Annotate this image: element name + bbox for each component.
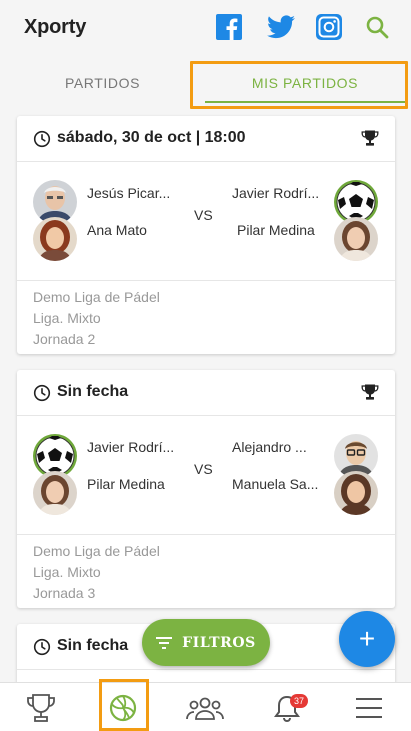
match-date: sábado, 30 de oct | 18:00 [57, 129, 246, 146]
vs-label: VS [194, 461, 213, 477]
match-card[interactable]: sábado, 30 de oct | 18:00 Jesús Picar...… [17, 116, 395, 354]
player-name: Jesús Picar... [87, 185, 171, 201]
avatar [33, 217, 77, 261]
league-name: Demo Liga de Pádel [33, 289, 160, 305]
match-card-header: sábado, 30 de oct | 18:00 [17, 116, 395, 162]
league-category: Liga. Mixto [33, 310, 101, 326]
nav-trophy[interactable] [0, 683, 82, 731]
avatar [334, 217, 378, 261]
group-icon [186, 697, 224, 720]
clock-icon [33, 638, 51, 656]
match-players: Jesús Picar... Ana Mato VS Javier Rodrí.… [17, 163, 395, 281]
facebook-icon[interactable] [216, 14, 242, 40]
nav-groups[interactable] [164, 683, 246, 731]
match-players: Javier Rodrí... Pilar Medina VS Alejandr… [17, 417, 395, 535]
player-name: Alejandro ... [232, 439, 307, 455]
plus-icon: + [358, 623, 376, 654]
avatar [334, 471, 378, 515]
search-icon[interactable] [364, 14, 390, 40]
match-date: Sin fecha [57, 637, 129, 654]
match-card-header: Sin fecha [17, 370, 395, 416]
top-app-bar: Xporty [0, 0, 411, 56]
trophy-icon[interactable] [361, 383, 379, 401]
tab-partidos[interactable]: PARTIDOS [0, 60, 205, 106]
filters-button-label: FILTROS [182, 634, 256, 651]
player-name: Javier Rodrí... [87, 439, 175, 455]
clock-icon [33, 384, 51, 402]
league-category: Liga. Mixto [33, 564, 101, 580]
avatar [33, 471, 77, 515]
vs-label: VS [194, 207, 213, 223]
player-name: Manuela Sa... [232, 476, 319, 492]
highlight-box-nav [99, 679, 149, 731]
trophy-icon [27, 693, 55, 722]
league-round: Jornada 3 [33, 585, 96, 601]
notifications-badge: 37 [290, 694, 308, 708]
add-match-button[interactable]: + [339, 611, 395, 667]
instagram-icon[interactable] [316, 14, 342, 40]
bottom-navigation: 37 [0, 682, 411, 731]
twitter-icon[interactable] [266, 14, 296, 40]
nav-menu[interactable] [328, 683, 410, 731]
player-name: Javier Rodrí... [232, 185, 320, 201]
player-name: Pilar Medina [237, 222, 315, 238]
nav-notifications[interactable]: 37 [246, 683, 328, 731]
highlight-box-tab [190, 61, 408, 109]
filter-icon [156, 636, 173, 649]
league-round: Jornada 2 [33, 331, 96, 347]
trophy-icon[interactable] [361, 129, 379, 147]
clock-icon [33, 130, 51, 148]
menu-icon [356, 697, 382, 718]
match-card[interactable]: Sin fecha Javier Rodrí... Pilar Medina V… [17, 370, 395, 608]
app-title: Xporty [24, 16, 87, 38]
match-date: Sin fecha [57, 383, 129, 400]
player-name: Pilar Medina [87, 476, 165, 492]
league-name: Demo Liga de Pádel [33, 543, 160, 559]
filters-button[interactable]: FILTROS [142, 619, 270, 666]
player-name: Ana Mato [87, 222, 147, 238]
